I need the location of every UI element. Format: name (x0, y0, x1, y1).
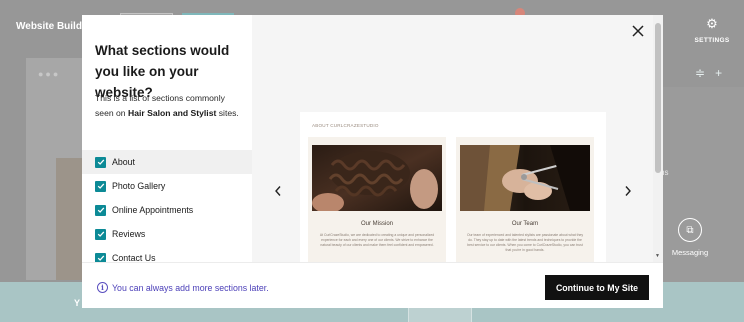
background-footer-button (408, 306, 472, 322)
adjust-icon: ≑ (695, 66, 716, 80)
chevron-right-icon[interactable] (623, 185, 633, 197)
section-list: About Photo Gallery Online Appointments … (82, 150, 252, 270)
description-suffix: sites. (216, 108, 239, 118)
scrollbar-thumb[interactable] (655, 23, 661, 173)
background-footer-text: Y (74, 298, 81, 308)
section-label: About (112, 157, 135, 167)
chevron-left-icon[interactable] (273, 185, 283, 197)
preview-scrollbar[interactable]: ▼ (653, 15, 663, 262)
section-label: Photo Gallery (112, 181, 166, 191)
hair-cutting-photo (460, 145, 590, 211)
messaging-label: Messaging (671, 248, 709, 257)
section-label: Reviews (112, 229, 146, 239)
section-item-photo-gallery[interactable]: Photo Gallery (82, 174, 252, 198)
window-dots-icon: ●●● (38, 69, 61, 79)
section-item-about[interactable]: About (82, 150, 252, 174)
close-icon[interactable] (631, 24, 645, 38)
checkbox-checked-icon[interactable] (95, 204, 106, 216)
description-industry: Hair Salon and Stylist (127, 108, 217, 118)
info-icon: i (97, 282, 108, 293)
plus-icon: + (715, 66, 733, 80)
settings-button[interactable]: ⚙ SETTINGS (690, 17, 734, 44)
section-item-online-appointments[interactable]: Online Appointments (82, 198, 252, 222)
team-title: Our Team (511, 221, 539, 227)
preview-column-team: Our Team Our team of experienced and tal… (456, 137, 594, 262)
sections-modal: What sections would you like on your web… (82, 15, 663, 308)
right-panel (652, 87, 744, 290)
gear-icon: ⚙ (706, 16, 718, 31)
footer-info-text: You can always add more sections later. (112, 283, 269, 293)
preview-column-mission: Our Mission At CurlCrazeStudio, we are d… (308, 137, 446, 262)
curly-hair-photo (312, 145, 442, 211)
mission-body: At CurlCrazeStudio, we are dedicated to … (319, 233, 435, 247)
checkbox-checked-icon[interactable] (95, 228, 106, 240)
section-label: Online Appointments (112, 205, 194, 215)
brand-title: Website Builder (16, 21, 92, 32)
mission-title: Our Mission (360, 221, 393, 227)
messaging-button[interactable]: ⧉ Messaging (669, 218, 711, 257)
continue-button[interactable]: Continue to My Site (545, 275, 649, 300)
about-section-preview: ABOUT CURLCRAZESTUDIO Our Mission At Cur… (300, 112, 606, 262)
checkbox-checked-icon[interactable] (95, 156, 106, 168)
site-preview: ●●● (26, 58, 88, 280)
checkbox-checked-icon[interactable] (95, 180, 106, 192)
messaging-icon: ⧉ (678, 218, 702, 242)
scroll-down-icon[interactable]: ▼ (655, 253, 660, 259)
preview-section-label: ABOUT CURLCRAZESTUDIO (312, 123, 379, 128)
modal-description: This is a list of sections commonly seen… (95, 91, 245, 121)
modal-footer: i You can always add more sections later… (82, 262, 663, 308)
settings-label: SETTINGS (694, 37, 730, 44)
sections-pane: What sections would you like on your web… (82, 15, 252, 264)
section-item-reviews[interactable]: Reviews (82, 222, 252, 246)
sidebar-tools: ≑+ (695, 66, 732, 80)
team-body: Our team of experienced and talented sty… (466, 233, 584, 252)
